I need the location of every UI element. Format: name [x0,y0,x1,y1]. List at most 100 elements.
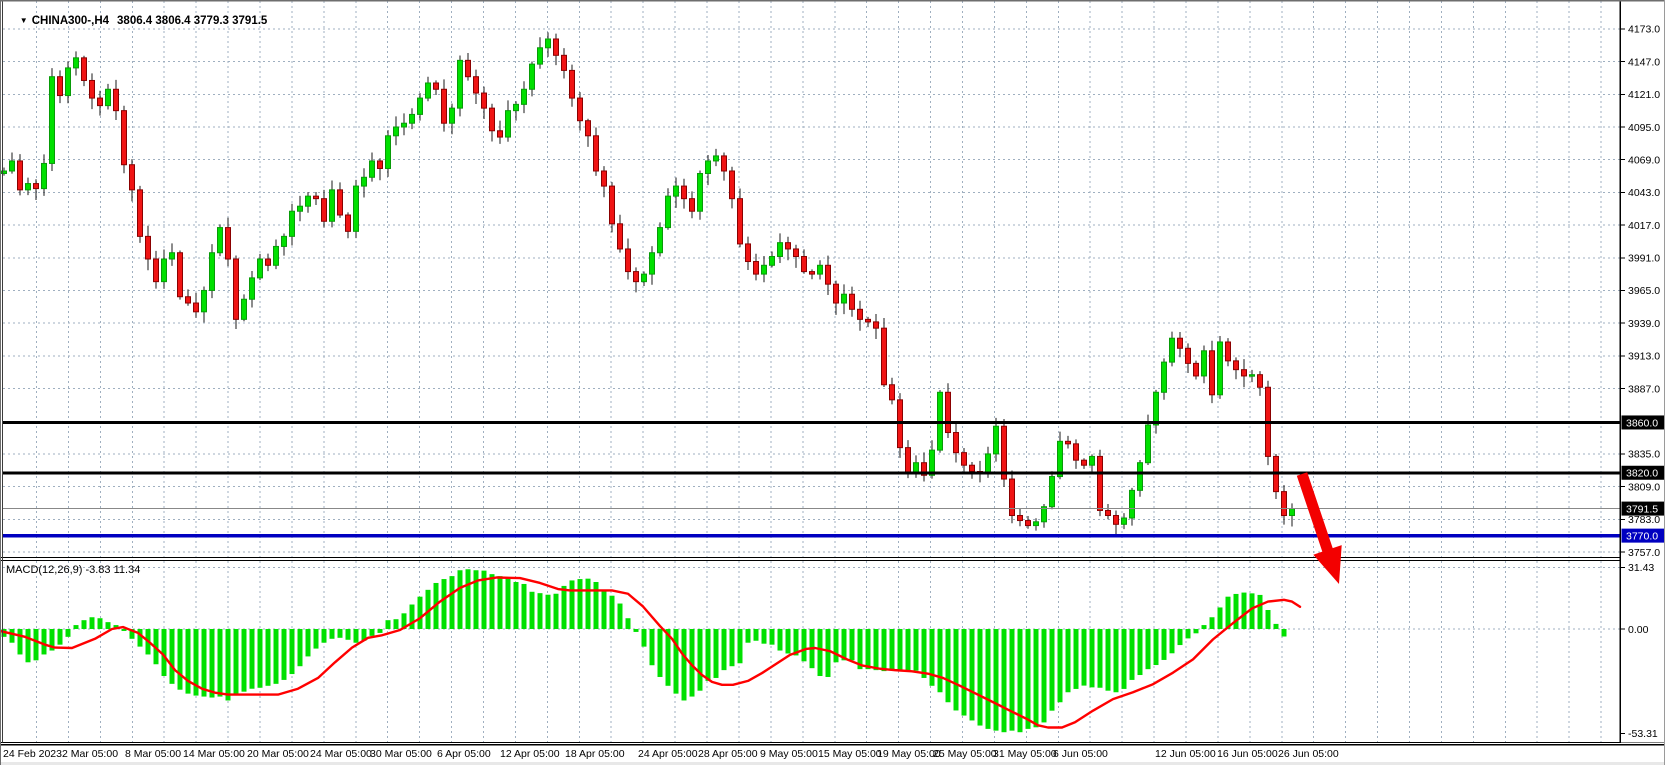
time-tick-label: 18 Apr 05:00 [565,748,625,760]
candle [394,127,399,136]
macd-bar [618,604,623,629]
candle [946,392,951,432]
time-tick-label: 12 Jun 05:00 [1155,748,1216,760]
macd-bar [650,629,655,665]
macd-bar [378,629,383,633]
macd-bar [98,618,103,629]
candle [90,80,95,98]
macd-bar [18,629,23,654]
candle [498,131,503,137]
macd-bar [1186,629,1191,638]
candle [530,64,535,89]
candle [82,58,87,81]
candle [906,448,911,473]
candle [818,265,823,274]
macd-bar [354,629,359,643]
candle [890,385,895,400]
candle [786,243,791,249]
macd-bar [642,629,647,647]
macd-bar [906,629,911,671]
candle [690,199,695,212]
macd-bar [106,622,111,629]
candle [650,253,655,274]
candle [754,262,759,275]
macd-bar [466,569,471,629]
time-tick-label: 24 Apr 05:00 [638,748,698,760]
macd-bar [938,629,943,692]
candle [1186,348,1191,363]
macd-bar [602,590,607,629]
candle [618,224,623,249]
macd-bar [554,594,559,629]
macd-bar [954,629,959,710]
macd-bar [1226,597,1231,629]
ohlc-readout: 3806.4 3806.4 3779.3 3791.5 [117,15,267,27]
candle [226,228,231,259]
candle [1058,441,1063,476]
bid-price-label: 3791.5 [1626,503,1658,515]
macd-bar [522,584,527,629]
candle [674,186,679,196]
macd-bar [842,629,847,660]
candle [850,294,855,309]
candle [834,284,839,303]
time-tick-label: 15 May 05:00 [818,748,882,760]
candle [490,108,495,131]
macd-bar [1002,629,1007,732]
candle [266,259,271,265]
candle [802,256,807,271]
symbol-dropdown-icon[interactable]: ▼ [20,16,28,25]
macd-bar [138,629,143,647]
macd-bar [626,618,631,629]
macd-bar [1010,629,1015,731]
candle [474,77,479,93]
candle [66,68,71,96]
candle [314,196,319,199]
candle [1202,351,1207,376]
macd-bar [834,629,839,662]
candle [1226,342,1231,361]
candle [1194,363,1199,376]
candle [882,328,887,385]
macd-bar [306,629,311,656]
time-tick-label: 2 Mar 05:00 [62,748,118,760]
time-tick-label: 6 Apr 05:00 [437,748,491,760]
candle [1210,351,1215,395]
candle [114,89,119,110]
candle [1010,479,1015,515]
candle [1242,370,1247,376]
macd-bar [1146,629,1151,669]
candle [1290,509,1295,516]
price-tick-label: 4017.0 [1628,220,1660,232]
level-price-label: 3770.0 [1626,530,1658,542]
macd-bar [922,629,927,678]
macd-bar [274,629,279,684]
chart-canvas[interactable]: 4173.04147.04121.04095.04069.04043.04017… [0,0,1665,765]
candle [26,184,31,190]
candle [682,186,687,199]
macd-bar [1130,629,1135,680]
candle [194,303,199,312]
candle [778,243,783,257]
macd-bar [34,629,39,660]
macd-bar [746,629,751,643]
candle [874,322,879,328]
candle [178,253,183,297]
macd-bar [714,629,719,678]
candle [298,206,303,211]
macd-bar [202,629,207,697]
macd-bar [890,629,895,671]
macd-bar [394,619,399,629]
candle [466,60,471,76]
time-tick-label: 28 Apr 05:00 [698,748,758,760]
candle [914,463,919,473]
macd-bar [66,629,71,637]
candle [954,433,959,453]
candle [402,123,407,127]
candle [1258,375,1263,388]
candle [522,89,527,104]
candle [138,190,143,237]
candle [1170,338,1175,362]
candle [866,319,871,322]
macd-bar [1114,629,1119,692]
